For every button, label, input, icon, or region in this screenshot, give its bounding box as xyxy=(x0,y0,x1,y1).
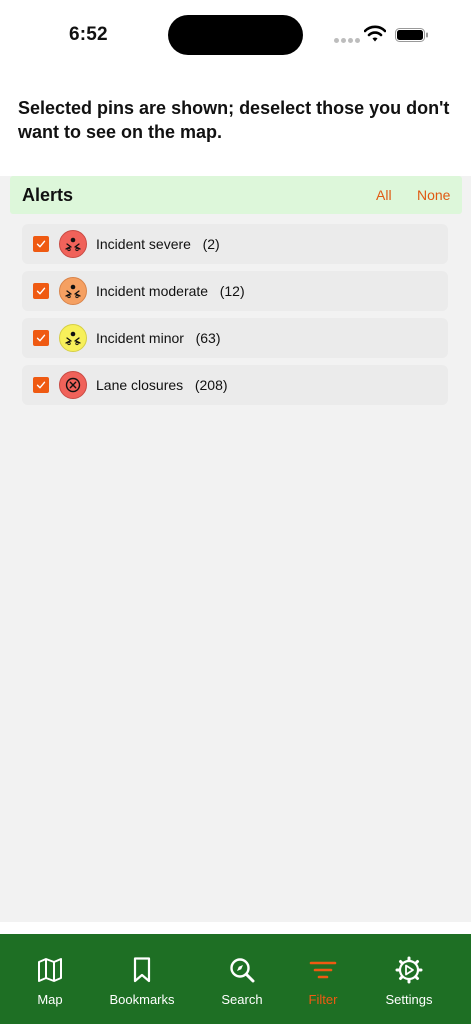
item-label: Incident minor (63) xyxy=(96,330,221,346)
filter-panel: Alerts All None Incident severe (2) Inci… xyxy=(0,176,471,922)
status-bar: 6:52 xyxy=(0,0,471,70)
incident-severe-pin-icon xyxy=(59,230,87,258)
list-item-incident-minor[interactable]: Incident minor (63) xyxy=(22,318,448,358)
dynamic-island xyxy=(168,15,303,55)
filter-icon xyxy=(309,961,337,979)
list-item-lane-closures[interactable]: Lane closures (208) xyxy=(22,365,448,405)
select-all-button[interactable]: All xyxy=(376,187,392,203)
bookmark-icon xyxy=(133,957,151,983)
tab-search[interactable]: Search xyxy=(195,934,289,1024)
status-time: 6:52 xyxy=(69,24,108,45)
battery-icon xyxy=(395,28,428,42)
list-item-incident-severe[interactable]: Incident severe (2) xyxy=(22,224,448,264)
item-label: Incident moderate (12) xyxy=(96,283,245,299)
tab-settings[interactable]: Settings xyxy=(362,934,456,1024)
checkbox-checked[interactable] xyxy=(33,283,49,299)
tab-label: Settings xyxy=(385,992,433,1007)
cellular-signal-icon xyxy=(334,38,360,43)
list-item-incident-moderate[interactable]: Incident moderate (12) xyxy=(22,271,448,311)
tab-map[interactable]: Map xyxy=(3,934,97,1024)
tab-bookmarks[interactable]: Bookmarks xyxy=(95,934,189,1024)
instruction-text: Selected pins are shown; deselect those … xyxy=(18,98,450,142)
tab-label: Search xyxy=(221,992,263,1007)
section-title: Alerts xyxy=(22,185,74,205)
item-label: Incident severe (2) xyxy=(96,236,220,252)
checkmark-icon xyxy=(36,287,46,295)
incident-icon xyxy=(65,284,81,299)
select-none-button[interactable]: None xyxy=(417,187,450,203)
incident-icon xyxy=(65,331,81,346)
tab-label: Bookmarks xyxy=(109,992,175,1007)
tab-filter[interactable]: Filter xyxy=(276,934,370,1024)
incident-icon xyxy=(65,237,81,252)
checkbox-checked[interactable] xyxy=(33,236,49,252)
alerts-section-header: Alerts All None xyxy=(10,176,462,214)
tab-bar: Map Bookmarks Search Filter Settings xyxy=(0,934,471,1024)
checkbox-checked[interactable] xyxy=(33,330,49,346)
checkmark-icon xyxy=(36,240,46,248)
map-icon xyxy=(38,958,62,982)
checkmark-icon xyxy=(36,381,46,389)
alerts-list: Incident severe (2) Incident moderate (1… xyxy=(22,224,448,412)
search-icon xyxy=(230,958,255,983)
lane-closures-pin-icon xyxy=(59,371,87,399)
wifi-icon xyxy=(364,25,386,42)
closed-circle-icon xyxy=(65,377,81,393)
checkbox-checked[interactable] xyxy=(33,377,49,393)
incident-moderate-pin-icon xyxy=(59,277,87,305)
incident-minor-pin-icon xyxy=(59,324,87,352)
gear-icon xyxy=(395,956,423,984)
tab-label: Map xyxy=(37,992,63,1007)
checkmark-icon xyxy=(36,334,46,342)
tab-label: Filter xyxy=(308,992,338,1007)
item-label: Lane closures (208) xyxy=(96,377,228,393)
